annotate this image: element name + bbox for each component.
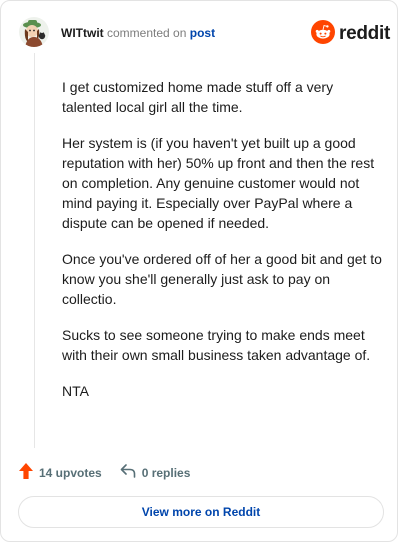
post-link[interactable]: post [190, 26, 215, 40]
upvote-button[interactable]: 14 upvotes [19, 463, 102, 482]
comment-paragraph: Sucks to see someone trying to make ends… [62, 327, 371, 363]
comment-paragraph: Once you've ordered off of her a good bi… [62, 251, 382, 307]
comment-actions: 14 upvotes 0 replies [19, 463, 190, 482]
reddit-alien-icon [311, 19, 335, 49]
comment-header: WITtwit commented on post [61, 26, 215, 40]
reply-count: 0 replies [141, 465, 191, 480]
comment-paragraph: NTA [62, 383, 89, 399]
comment-paragraph: I get customized home made stuff off a v… [62, 79, 334, 115]
thread-line [34, 53, 35, 448]
upvote-arrow-icon [19, 463, 39, 482]
comment-paragraph: Her system is (if you haven't yet built … [62, 135, 375, 231]
user-avatar[interactable] [19, 17, 49, 47]
replies-button[interactable]: 0 replies [120, 464, 191, 481]
username-link[interactable]: WITtwit [61, 26, 104, 40]
commented-on-text: commented on [107, 26, 187, 40]
upvote-count: 14 upvotes [39, 465, 102, 480]
reddit-logo[interactable]: reddit [311, 19, 390, 49]
embedded-comment-card: WITtwit commented on post reddit I get c… [0, 0, 398, 542]
comment-body: I get customized home made stuff off a v… [62, 77, 382, 417]
reddit-wordmark: reddit [339, 23, 390, 44]
view-more-button[interactable]: View more on Reddit [18, 496, 384, 528]
reply-arrow-icon [120, 464, 142, 481]
